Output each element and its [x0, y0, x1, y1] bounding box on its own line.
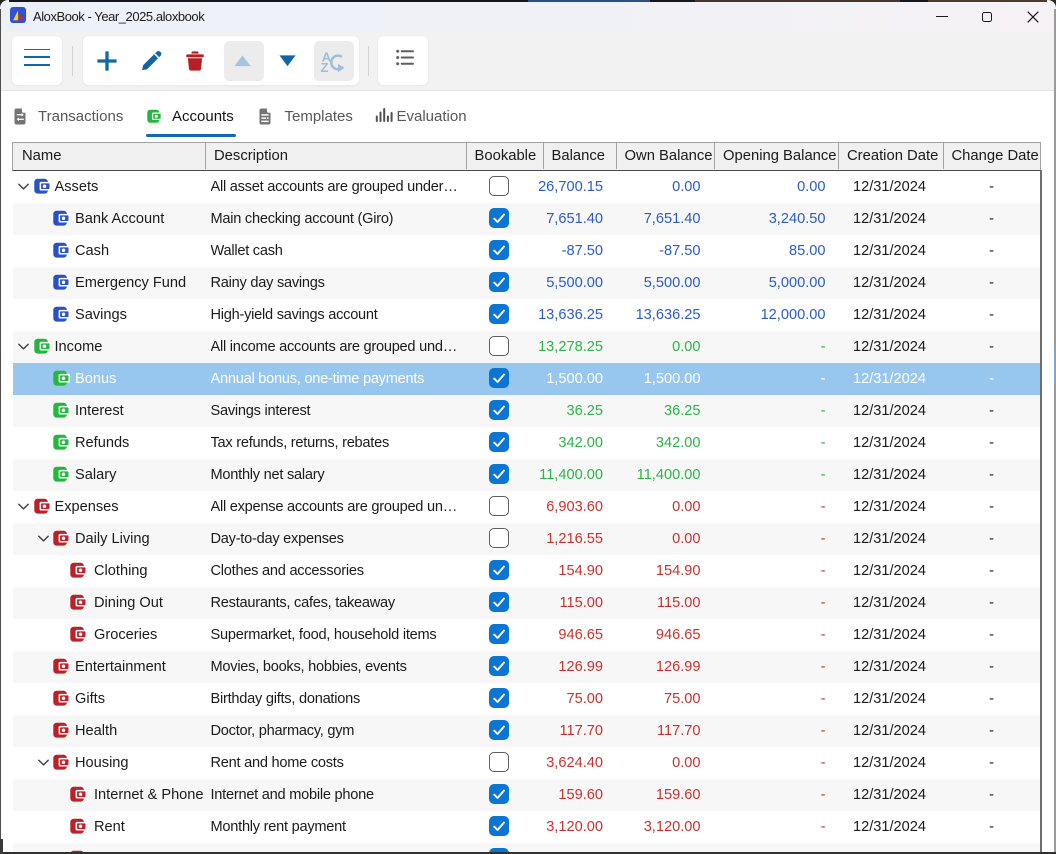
svg-text:Z: Z [321, 60, 329, 75]
